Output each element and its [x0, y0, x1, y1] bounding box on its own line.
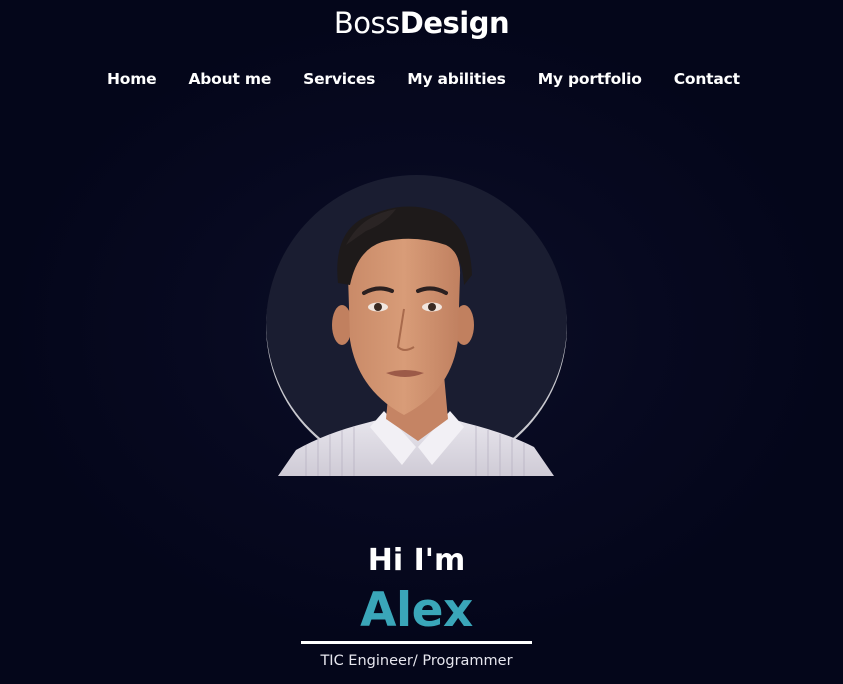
nav-item-portfolio[interactable]: My portfolio [538, 70, 642, 88]
hero-role: TIC Engineer/ Programmer [320, 653, 513, 669]
profile-photo [278, 206, 554, 476]
main-nav: Home About me Services My abilities My p… [107, 70, 772, 88]
name-underline-divider [301, 641, 532, 644]
site-logo[interactable]: BossDesign [0, 6, 843, 40]
nav-item-services[interactable]: Services [303, 70, 375, 88]
avatar [266, 175, 567, 476]
logo-text-bold: Design [399, 6, 510, 40]
nav-item-about[interactable]: About me [188, 70, 271, 88]
logo-text-light: Boss [333, 6, 400, 40]
hero-name: Alex [360, 583, 473, 638]
nav-item-contact[interactable]: Contact [674, 70, 740, 88]
nav-item-abilities[interactable]: My abilities [407, 70, 506, 88]
hero-greeting: Hi I'm [367, 543, 466, 578]
nav-item-home[interactable]: Home [107, 70, 157, 88]
